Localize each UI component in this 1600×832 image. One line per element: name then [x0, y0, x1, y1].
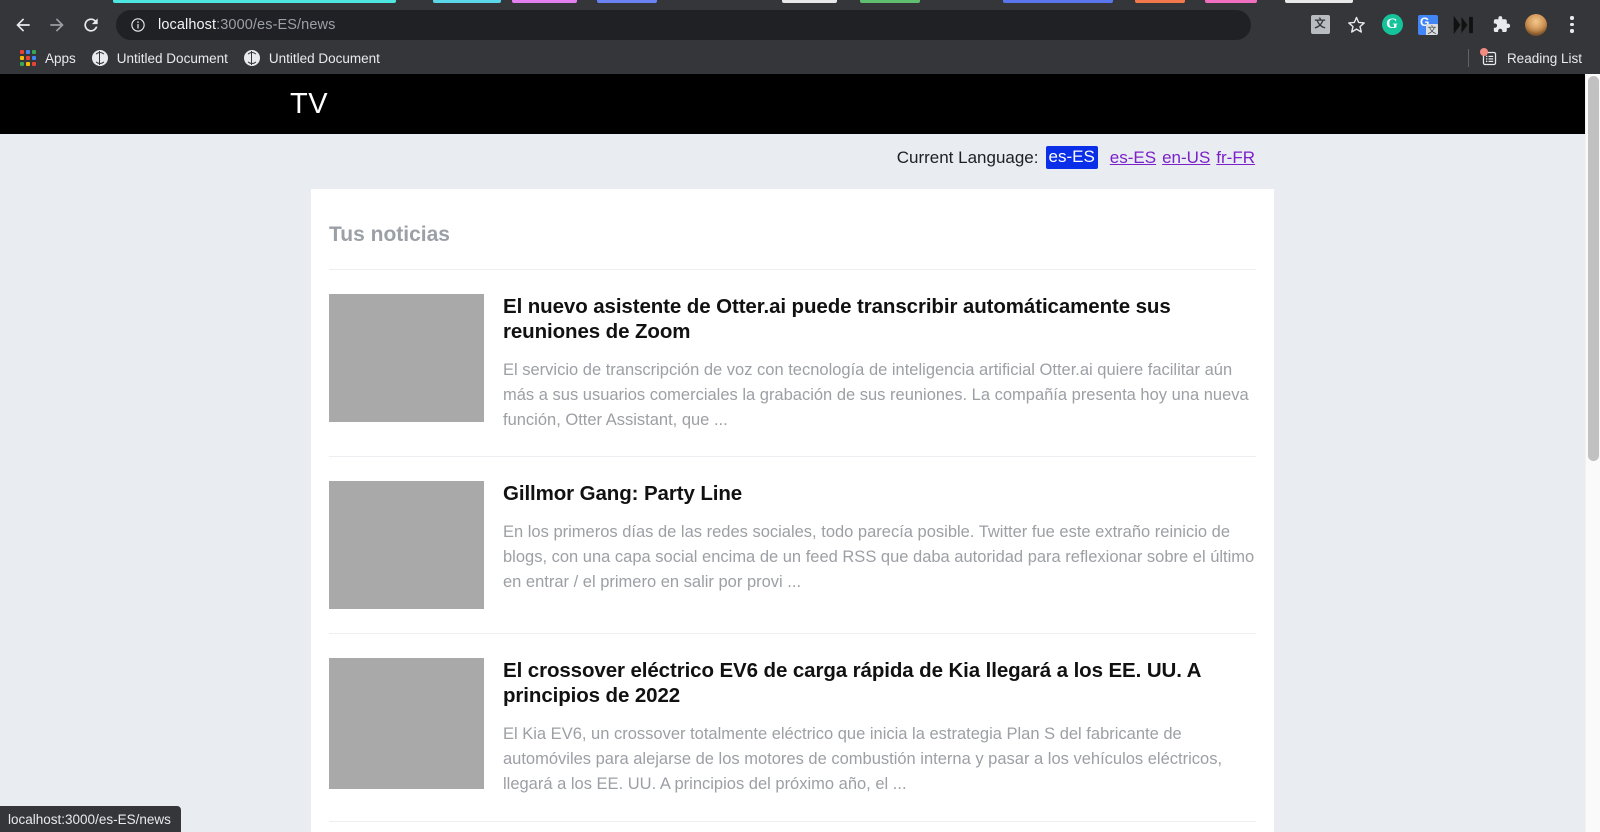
- scrollbar-thumb[interactable]: [1588, 76, 1599, 461]
- tab-indicator[interactable]: [597, 0, 657, 3]
- tab-indicator[interactable]: [1003, 0, 1113, 3]
- tab-indicator[interactable]: [113, 0, 396, 3]
- site-brand[interactable]: TV: [290, 88, 328, 121]
- bookmark-apps-label: Apps: [45, 50, 76, 66]
- bookmark-item-1-label: Untitled Document: [116, 50, 228, 66]
- tab-indicator[interactable]: [1135, 0, 1185, 3]
- language-link-es-ES[interactable]: es-ES: [1110, 148, 1156, 168]
- translate-icon[interactable]: 文: [1302, 8, 1338, 42]
- tab-strip[interactable]: [0, 0, 1600, 7]
- back-button[interactable]: [6, 8, 40, 42]
- news-item-body: Gillmor Gang: Party Line En los primeros…: [484, 481, 1256, 609]
- apps-grid-icon: [20, 50, 36, 66]
- news-thumbnail: [329, 294, 484, 422]
- profile-avatar[interactable]: [1518, 8, 1554, 42]
- browser-chrome: localhost:3000/es-ES/news 文 G G 文 Apps U…: [0, 0, 1600, 74]
- tab-indicator[interactable]: [782, 0, 837, 3]
- reading-list-label: Reading List: [1506, 50, 1582, 66]
- news-summary: El servicio de transcripción de voz con …: [503, 361, 1249, 429]
- browser-toolbar: localhost:3000/es-ES/news 文 G: [0, 7, 1600, 42]
- tab-indicator[interactable]: [1205, 0, 1257, 3]
- news-list-item[interactable]: Gillmor Gang: Party Line En los primeros…: [329, 457, 1256, 635]
- globe-icon: [91, 50, 108, 66]
- news-list-item[interactable]: El nuevo asistente de Otter.ai puede tra…: [329, 270, 1256, 458]
- reading-list-button[interactable]: Reading List: [1479, 46, 1590, 71]
- tab-indicator[interactable]: [860, 0, 920, 3]
- news-card: Tus noticias El nuevo asistente de Otter…: [311, 189, 1274, 832]
- news-headline[interactable]: El crossover eléctrico EV6 de carga rápi…: [503, 658, 1256, 708]
- news-headline[interactable]: El nuevo asistente de Otter.ai puede tra…: [503, 294, 1256, 344]
- google-translate-extension-icon[interactable]: [1410, 8, 1446, 42]
- news-list-item[interactable]: UTEC, una de las firmas de inversión en …: [329, 822, 1256, 832]
- language-link-fr-FR[interactable]: fr-FR: [1216, 148, 1255, 168]
- site-header: TV: [0, 74, 1585, 134]
- tab-indicator[interactable]: [433, 0, 501, 3]
- page-content: TV Current Language: es-ES es-ES en-US f…: [0, 74, 1585, 832]
- reading-list-icon: [1479, 47, 1498, 67]
- bookmark-item-2[interactable]: Untitled Document: [236, 46, 388, 70]
- language-link-en-US[interactable]: en-US: [1162, 148, 1210, 168]
- reload-button[interactable]: [74, 8, 108, 42]
- extensions-puzzle-icon[interactable]: [1482, 8, 1518, 42]
- bookmark-star-icon[interactable]: [1338, 8, 1374, 42]
- current-language-value: es-ES: [1045, 146, 1098, 169]
- news-list-item[interactable]: El crossover eléctrico EV6 de carga rápi…: [329, 634, 1256, 822]
- news-summary: En los primeros días de las redes social…: [503, 523, 1255, 591]
- news-item-body: El nuevo asistente de Otter.ai puede tra…: [484, 294, 1256, 432]
- page-viewport: TV Current Language: es-ES es-ES en-US f…: [0, 74, 1600, 832]
- news-summary: El Kia EV6, un crossover totalmente eléc…: [503, 725, 1223, 793]
- site-info-icon[interactable]: [130, 17, 146, 33]
- bookmark-apps[interactable]: Apps: [12, 46, 84, 70]
- news-thumbnail: [329, 481, 484, 610]
- status-bar-url: localhost:3000/es-ES/news: [8, 811, 171, 827]
- url-host: localhost: [158, 16, 217, 33]
- grammarly-extension-icon[interactable]: G: [1374, 8, 1410, 42]
- news-headline[interactable]: Gillmor Gang: Party Line: [503, 481, 1256, 506]
- language-bar: Current Language: es-ES es-ES en-US fr-F…: [0, 134, 1585, 169]
- chrome-menu-icon[interactable]: [1554, 8, 1590, 42]
- address-bar-url: localhost:3000/es-ES/news: [158, 17, 335, 33]
- page-scrollbar[interactable]: [1585, 74, 1600, 832]
- news-thumbnail: [329, 658, 484, 790]
- forward-button[interactable]: [40, 8, 74, 42]
- url-path: :3000/es-ES/news: [216, 16, 336, 33]
- globe-icon: [243, 50, 260, 66]
- news-panel-title: Tus noticias: [329, 223, 1256, 270]
- tab-indicator[interactable]: [1285, 0, 1353, 3]
- bookmarks-divider: [1467, 49, 1469, 67]
- current-language-label: Current Language:: [896, 147, 1039, 167]
- tab-indicator[interactable]: [512, 0, 577, 3]
- bookmarks-bar-right: Reading List: [1467, 46, 1590, 71]
- news-item-body: El crossover eléctrico EV6 de carga rápi…: [484, 658, 1256, 796]
- bookmarks-bar: Apps Untitled Document Untitled Document: [0, 42, 1600, 74]
- medium-extension-icon[interactable]: [1446, 8, 1482, 42]
- address-bar[interactable]: localhost:3000/es-ES/news: [116, 9, 1251, 40]
- language-links: es-ES en-US fr-FR: [1110, 148, 1255, 168]
- toolbar-icon-group: 文 G: [1302, 8, 1590, 42]
- status-bar-tooltip: localhost:3000/es-ES/news: [0, 806, 181, 832]
- bookmark-item-1[interactable]: Untitled Document: [84, 46, 236, 70]
- bookmark-item-2-label: Untitled Document: [268, 50, 380, 66]
